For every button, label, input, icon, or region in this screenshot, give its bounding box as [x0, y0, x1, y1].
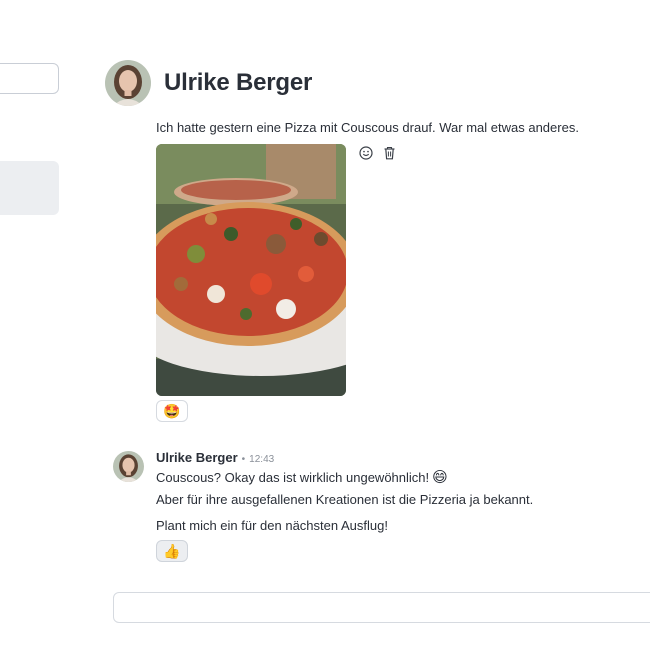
message-line: Aber für ihre ausgefallenen Kreationen i… — [156, 492, 534, 507]
page-title: Ulrike Berger — [164, 69, 313, 96]
avatar[interactable] — [113, 451, 144, 482]
message-text: Ich hatte gestern eine Pizza mit Couscou… — [156, 120, 579, 135]
timestamp: 12:43 — [249, 454, 275, 465]
grinning-emoji: 😄 — [432, 469, 448, 486]
meta-separator: • — [241, 454, 246, 465]
reaction-emoji: 👍 — [163, 542, 181, 559]
sidebar-search-input[interactable] — [0, 63, 59, 94]
message-actions — [358, 145, 397, 161]
reaction-thumbs-up[interactable]: 👍 — [156, 540, 188, 562]
message-composer-input[interactable] — [113, 592, 650, 623]
sidebar-active-item[interactable] — [0, 161, 59, 215]
pizza-photo[interactable] — [156, 144, 346, 396]
conversation-header: Ulrike Berger — [105, 60, 312, 106]
message-line-text: Couscous? Okay das ist wirklich ungewöhn… — [156, 470, 430, 485]
avatar[interactable] — [105, 60, 151, 106]
message-line: Plant mich ein für den nächsten Ausflug! — [156, 518, 388, 533]
smile-icon[interactable] — [358, 145, 373, 161]
reaction-emoji: 🤩 — [163, 402, 181, 419]
message-line: Couscous? Okay das ist wirklich ungewöhn… — [156, 470, 448, 486]
reaction-star-struck[interactable]: 🤩 — [156, 400, 188, 422]
message-meta: Ulrike Berger • 12:43 — [156, 450, 274, 465]
trash-icon[interactable] — [382, 145, 397, 161]
author-name[interactable]: Ulrike Berger — [156, 450, 238, 465]
